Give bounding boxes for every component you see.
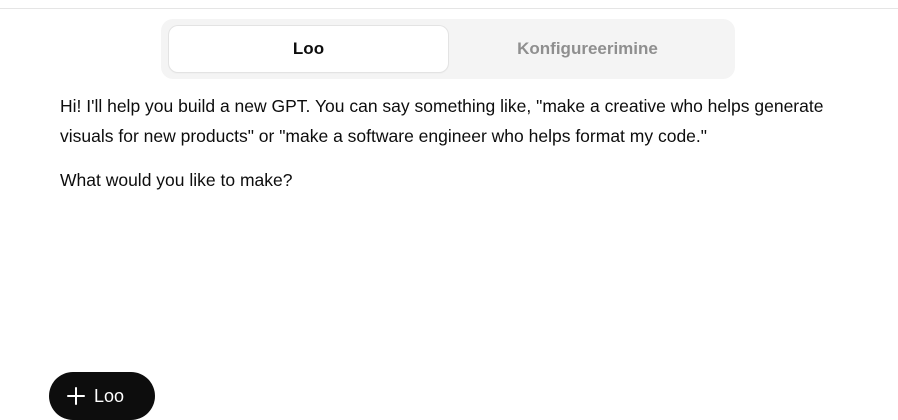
message-paragraph-intro: Hi! I'll help you build a new GPT. You c… <box>60 96 824 146</box>
tab-create[interactable]: Loo <box>169 26 448 72</box>
create-button-label: Loo <box>94 385 125 406</box>
top-divider <box>0 8 898 9</box>
message-paragraph-question: What would you like to make? <box>60 170 293 190</box>
create-button[interactable]: Loo <box>49 372 155 420</box>
assistant-message: Hi! I'll help you build a new GPT. You c… <box>60 91 850 209</box>
mode-tabs: Loo Konfigureerimine <box>161 19 735 79</box>
plus-icon <box>67 387 85 405</box>
tab-configure[interactable]: Konfigureerimine <box>448 26 727 72</box>
gpt-builder-panel: Loo Konfigureerimine Hi! I'll help you b… <box>0 0 898 420</box>
